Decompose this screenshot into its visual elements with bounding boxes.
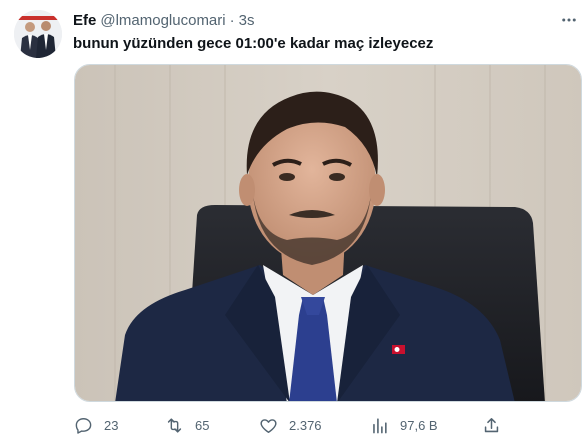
views-chart-icon: [373, 417, 387, 433]
photo: [75, 65, 581, 401]
tweet[interactable]: Efe @lmamoglucomari · 3s bunun yüzünden …: [0, 0, 586, 437]
reply-button[interactable]: 23: [74, 413, 118, 437]
views-count: 97,6 B: [400, 417, 438, 433]
more-dots-icon[interactable]: [558, 9, 580, 31]
action-bar: 23 65 2.376 97,6 B: [74, 413, 514, 437]
author-handle[interactable]: @lmamoglucomari: [100, 12, 225, 29]
share-button[interactable]: [482, 413, 501, 437]
retweet-button[interactable]: 65: [165, 413, 209, 437]
reply-count: 23: [104, 417, 119, 433]
author-name[interactable]: Efe: [73, 12, 96, 29]
retweet-icon: [167, 417, 182, 433]
reply-icon: [75, 417, 92, 434]
avatar[interactable]: [14, 10, 62, 58]
views-button[interactable]: 97,6 B: [370, 413, 438, 437]
tweet-time[interactable]: 3s: [239, 12, 255, 29]
like-button[interactable]: 2.376: [259, 413, 322, 437]
avatar-image: [14, 10, 62, 58]
share-icon: [484, 417, 499, 432]
separator-dot: ·: [229, 11, 235, 29]
like-count: 2.376: [289, 417, 322, 433]
tweet-header: Efe @lmamoglucomari · 3s: [73, 11, 254, 29]
heart-icon: [260, 418, 277, 433]
retweet-count: 65: [195, 417, 210, 433]
tweet-media[interactable]: [74, 64, 582, 402]
tweet-text: bunun yüzünden gece 01:00'e kadar maç iz…: [73, 35, 434, 52]
